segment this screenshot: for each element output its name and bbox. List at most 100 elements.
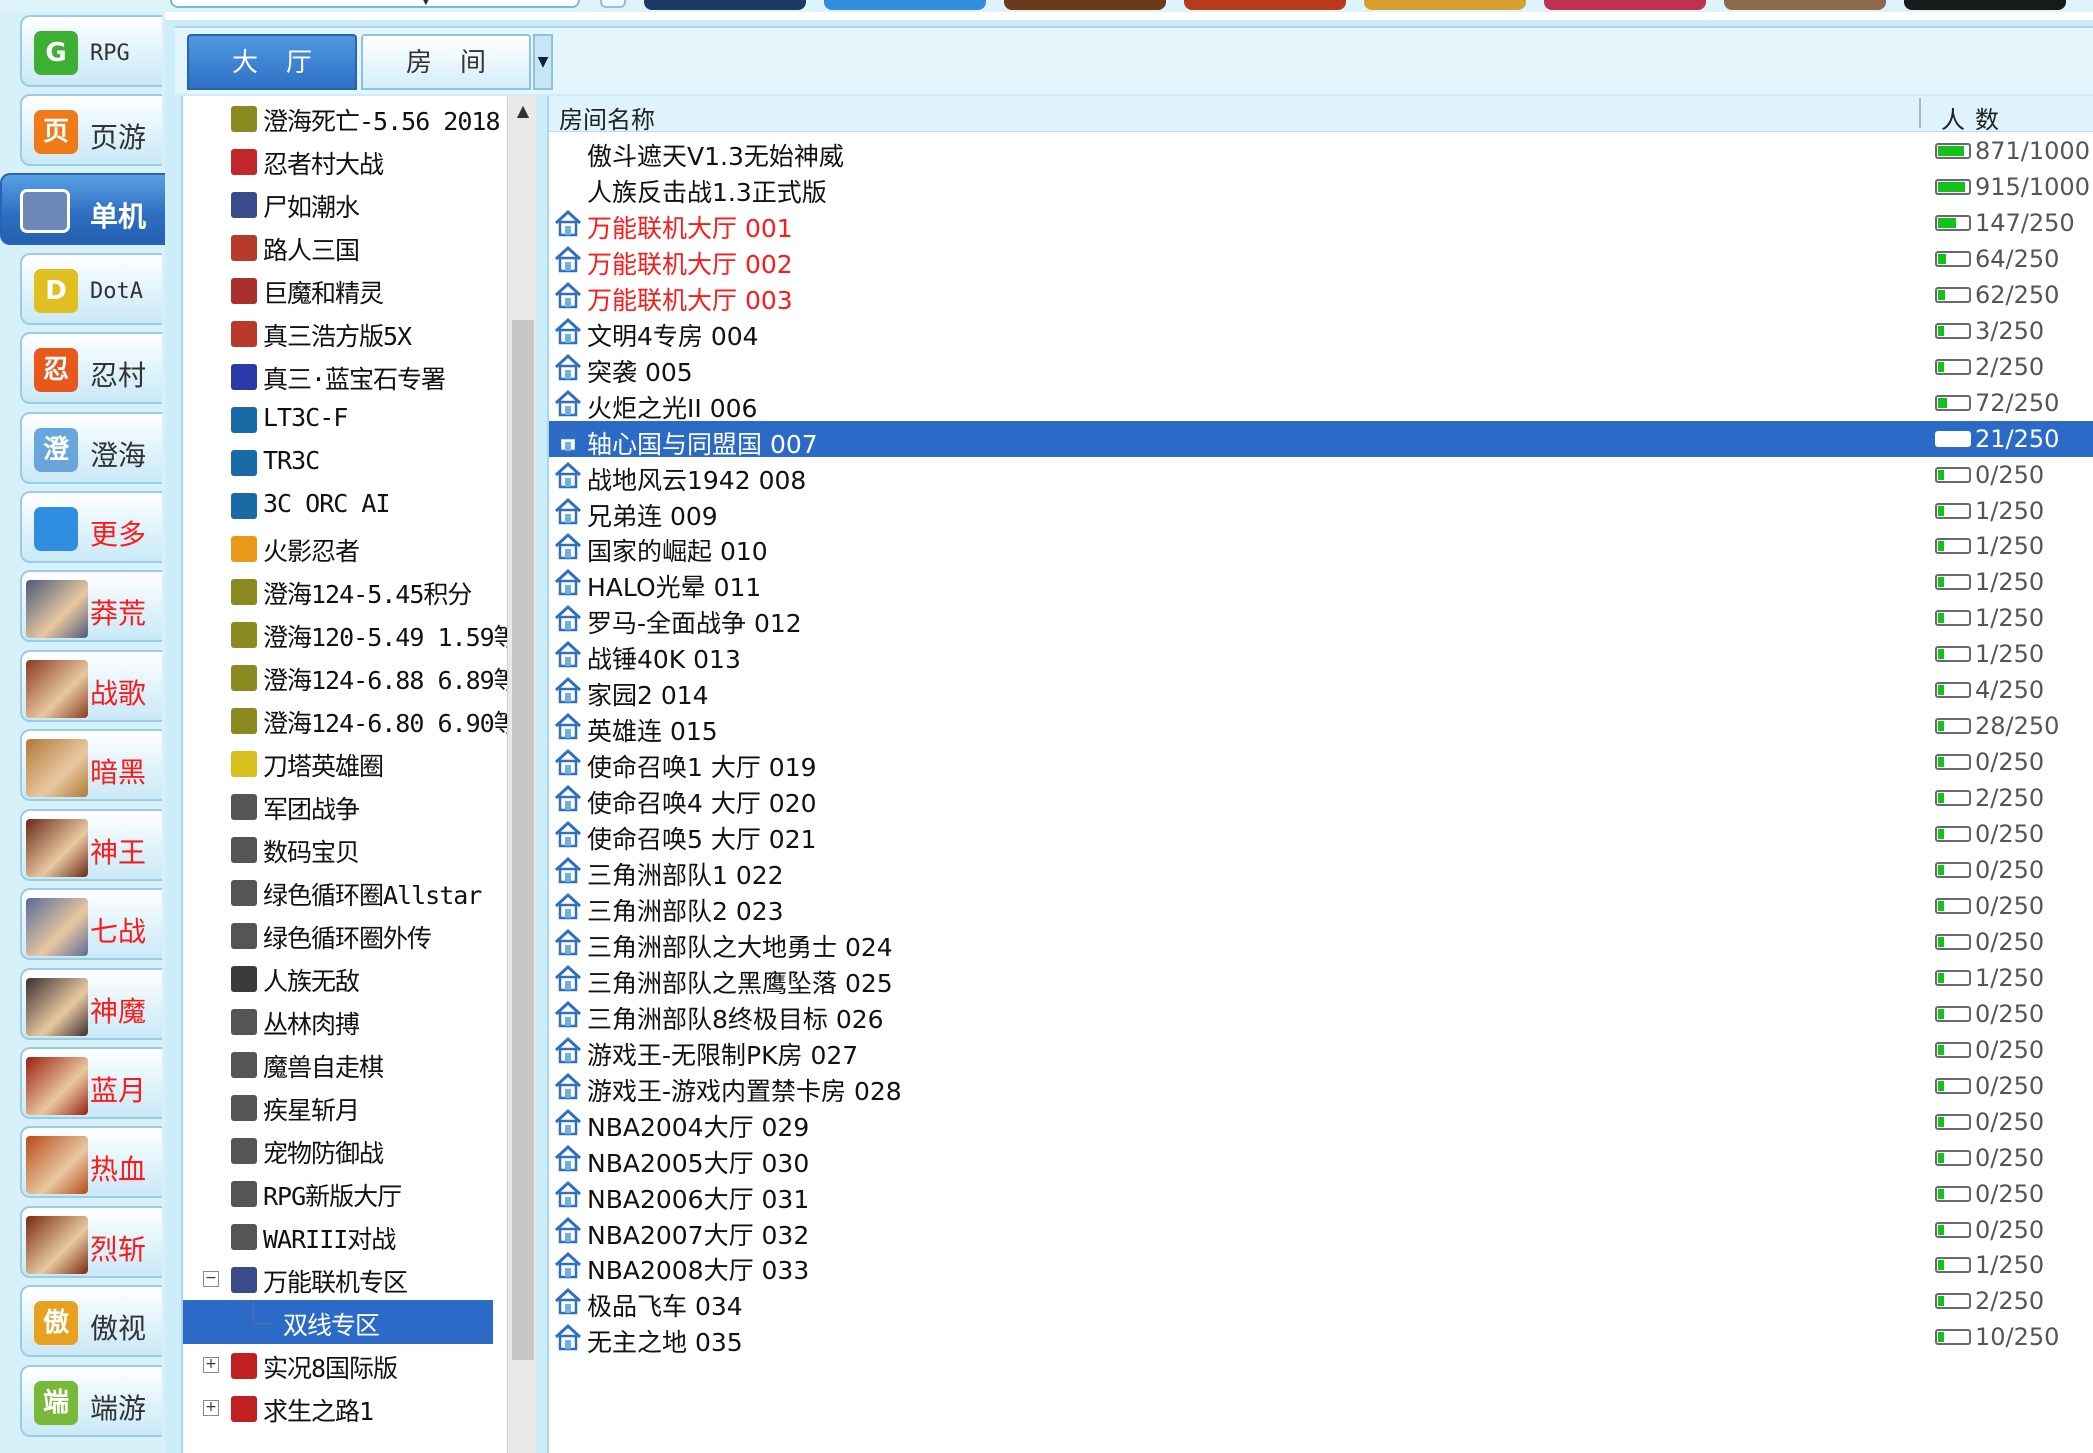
tree-item[interactable]: 真三浩方版5X — [183, 311, 493, 355]
tree-item[interactable]: 双线专区 — [183, 1300, 493, 1344]
category-4[interactable]: D DotA — [20, 253, 162, 325]
room-row[interactable]: NBA2004大厅 029 0/250 — [549, 1104, 2093, 1142]
room-row[interactable]: 战锤40K 013 1/250 — [549, 636, 2093, 674]
category-9[interactable]: 战歌 — [20, 650, 162, 722]
room-row[interactable]: 无主之地 035 10/250 — [549, 1319, 2093, 1357]
tree-item[interactable]: 人族无敌 — [183, 956, 493, 1000]
expand-icon[interactable]: + — [203, 1357, 219, 1373]
category-17[interactable]: 傲傲视 — [20, 1285, 162, 1357]
tree-item[interactable]: 路人三国 — [183, 225, 493, 269]
category-7[interactable]: 更多 — [20, 491, 162, 563]
tree-item[interactable]: 宠物防御战 — [183, 1128, 493, 1172]
room-row[interactable]: 文明4专房 004 3/250 — [549, 313, 2093, 351]
tree-item[interactable]: 澄海124-5.45积分 — [183, 569, 493, 613]
tree-item[interactable]: 3C ORC AI — [183, 483, 493, 527]
top-game-thumbnail[interactable] — [1364, 0, 1526, 10]
room-row[interactable]: 三角洲部队2 023 0/250 — [549, 888, 2093, 926]
room-row[interactable]: 三角洲部队之大地勇士 024 0/250 — [549, 924, 2093, 962]
tree-item[interactable]: 真三·蓝宝石专署 — [183, 354, 493, 398]
category-18[interactable]: 端端游 — [20, 1365, 162, 1437]
category-1[interactable]: G RPG — [20, 15, 162, 87]
category-2[interactable]: 页页游 — [20, 94, 162, 166]
category-6[interactable]: 澄澄海 — [20, 412, 162, 484]
room-row[interactable]: HALO光晕 011 1/250 — [549, 564, 2093, 602]
category-14[interactable]: 蓝月 — [20, 1047, 162, 1119]
expand-icon[interactable]: + — [203, 1400, 219, 1416]
category-13[interactable]: 神魔 — [20, 968, 162, 1040]
top-game-thumbnail[interactable] — [1904, 0, 2066, 10]
tree-item[interactable]: 火影忍者 — [183, 526, 493, 570]
tree-item[interactable]: 尸如潮水 — [183, 182, 493, 226]
category-10[interactable]: 暗黑 — [20, 729, 162, 801]
top-nav-button[interactable] — [600, 0, 626, 8]
scroll-up-icon[interactable]: ▲ — [508, 96, 538, 126]
tree-item[interactable]: 绿色循环圈外传 — [183, 913, 493, 957]
tree-item[interactable]: 澄海124-6.80 6.90等 — [183, 698, 507, 742]
room-row[interactable]: 战地风云1942 008 0/250 — [549, 457, 2093, 495]
tree-item[interactable]: 澄海120-5.49 1.59等无 — [183, 612, 507, 656]
category-11[interactable]: 神王 — [20, 809, 162, 881]
room-row[interactable]: NBA2006大厅 031 0/250 — [549, 1176, 2093, 1214]
category-3[interactable]: 单机 — [0, 173, 165, 245]
room-row[interactable]: NBA2008大厅 033 1/250 — [549, 1247, 2093, 1285]
tree-scrollbar[interactable]: ▲ — [507, 96, 537, 1453]
tree-item[interactable]: 疾星斩月 — [183, 1085, 493, 1129]
column-header-room-name[interactable]: 房间名称 — [559, 100, 655, 135]
room-row[interactable]: 人族反击战1.3正式版 915/1000 — [549, 169, 2093, 207]
tree-item[interactable]: 魔兽自走棋 — [183, 1042, 493, 1086]
room-row[interactable]: NBA2005大厅 030 0/250 — [549, 1140, 2093, 1178]
room-row[interactable]: 罗马-全面战争 012 1/250 — [549, 600, 2093, 638]
tree-item[interactable]: 澄海124-6.88 6.89等 — [183, 655, 507, 699]
tree-item[interactable]: + 求生之路1 — [183, 1386, 493, 1430]
tree-item[interactable]: 数码宝贝 — [183, 827, 493, 871]
room-row[interactable]: 三角洲部队8终极目标 026 0/250 — [549, 996, 2093, 1034]
room-row[interactable]: 家园2 014 4/250 — [549, 672, 2093, 710]
top-game-thumbnail[interactable] — [824, 0, 986, 10]
room-row[interactable]: 使命召唤1 大厅 019 0/250 — [549, 744, 2093, 782]
tree-item[interactable]: RPG新版大厅 — [183, 1171, 493, 1215]
tree-item[interactable]: 刀塔英雄圈 — [183, 741, 493, 785]
room-row[interactable]: 万能联机大厅 002 64/250 — [549, 241, 2093, 279]
room-row[interactable]: 傲斗遮天V1.3无始神威 871/1000 — [549, 133, 2093, 171]
tree-item[interactable]: 巨魔和精灵 — [183, 268, 493, 312]
tree-item[interactable]: + 实况8国际版 — [183, 1343, 493, 1387]
tab-dropdown-button[interactable]: ▼ — [533, 34, 553, 90]
top-game-thumbnail[interactable] — [644, 0, 806, 10]
room-row[interactable]: 游戏王-无限制PK房 027 0/250 — [549, 1032, 2093, 1070]
top-game-thumbnail[interactable] — [1544, 0, 1706, 10]
column-header-player-count[interactable]: 人数 — [1941, 100, 2009, 135]
top-game-thumbnail[interactable] — [1184, 0, 1346, 10]
room-row[interactable]: 国家的崛起 010 1/250 — [549, 528, 2093, 566]
category-15[interactable]: 热血 — [20, 1126, 162, 1198]
tree-item[interactable]: 忍者村大战 — [183, 139, 493, 183]
tree-item[interactable]: TR3C — [183, 440, 493, 484]
tab-hall[interactable]: 大厅 — [187, 34, 357, 90]
room-row[interactable]: 游戏王-游戏内置禁卡房 028 0/250 — [549, 1068, 2093, 1106]
top-search-box[interactable]: ▼ — [170, 0, 580, 8]
room-row[interactable]: 三角洲部队1 022 0/250 — [549, 852, 2093, 890]
room-row[interactable]: 兄弟连 009 1/250 — [549, 493, 2093, 531]
top-game-thumbnail[interactable] — [1004, 0, 1166, 10]
tree-item[interactable]: WARIII对战 — [183, 1214, 493, 1258]
tree-item[interactable]: 绿色循环圈Allstar — [183, 870, 493, 914]
room-row[interactable]: 使命召唤4 大厅 020 2/250 — [549, 780, 2093, 818]
tree-item[interactable]: 丛林肉搏 — [183, 999, 493, 1043]
room-row[interactable]: 英雄连 015 28/250 — [549, 708, 2093, 746]
tab-room[interactable]: 房间 — [361, 34, 531, 90]
category-16[interactable]: 烈斩 — [20, 1206, 162, 1278]
tree-item[interactable]: 澄海死亡-5.56 2018 终 — [183, 96, 507, 140]
room-row[interactable]: 万能联机大厅 001 147/250 — [549, 205, 2093, 243]
room-row[interactable]: 使命召唤5 大厅 021 0/250 — [549, 816, 2093, 854]
room-row[interactable]: 火炬之光II 006 72/250 — [549, 385, 2093, 423]
top-game-thumbnail[interactable] — [1724, 0, 1886, 10]
room-row[interactable]: NBA2007大厅 032 0/250 — [549, 1212, 2093, 1250]
room-row[interactable]: 三角洲部队之黑鹰坠落 025 1/250 — [549, 960, 2093, 998]
category-5[interactable]: 忍忍村 — [20, 332, 162, 404]
category-12[interactable]: 七战 — [20, 888, 162, 960]
room-row[interactable]: 极品飞车 034 2/250 — [549, 1283, 2093, 1321]
room-row[interactable]: 轴心国与同盟国 007 21/250 — [549, 420, 2093, 459]
room-row[interactable]: 突袭 005 2/250 — [549, 349, 2093, 387]
category-8[interactable]: 莽荒 — [20, 570, 162, 642]
column-divider[interactable] — [1919, 98, 1921, 128]
tree-item[interactable]: 军团战争 — [183, 784, 493, 828]
